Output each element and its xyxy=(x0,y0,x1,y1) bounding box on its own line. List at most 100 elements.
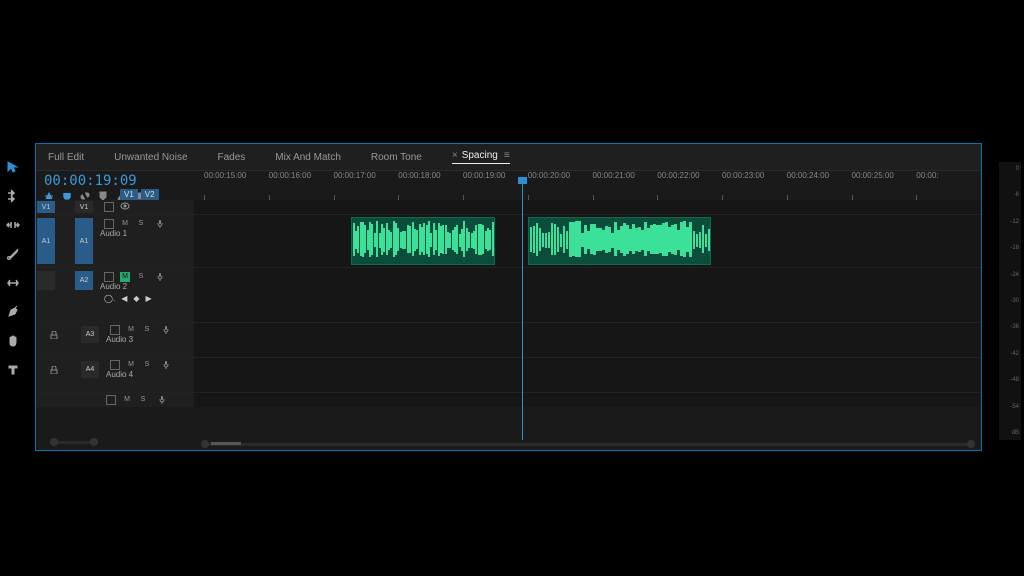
keyframe-mode-icon[interactable]: ◯. xyxy=(104,294,115,303)
add-keyframe-icon[interactable]: ◆ xyxy=(133,294,139,303)
mute-button[interactable]: M xyxy=(120,219,130,229)
next-keyframe-icon[interactable]: ▶ xyxy=(146,294,152,303)
lock-icon[interactable] xyxy=(50,366,58,374)
prev-keyframe-icon[interactable]: ◀ xyxy=(121,294,127,303)
playhead-timecode[interactable]: 00:00:19:09 xyxy=(44,173,196,189)
meter-tick: -48 xyxy=(1010,377,1019,383)
sequence-tabs: Full Edit Unwanted Noise Fades Mix And M… xyxy=(36,144,981,171)
audio-clip[interactable] xyxy=(528,217,711,265)
mute-button[interactable]: M xyxy=(126,325,136,335)
track-a1: A1 A1 M S Audio 1 xyxy=(36,215,981,268)
voice-over-icon[interactable] xyxy=(156,220,164,228)
track-content[interactable] xyxy=(194,358,981,392)
ripple-edit-icon[interactable] xyxy=(6,218,28,235)
ruler-tick: 00:00:22:00 xyxy=(657,171,722,200)
type-tool-icon[interactable] xyxy=(6,363,28,380)
horizontal-zoom-scroll[interactable] xyxy=(201,440,975,448)
fx-badge-icon[interactable] xyxy=(110,360,120,370)
source-patch-v1[interactable]: V1 xyxy=(120,189,138,200)
track-content[interactable] xyxy=(194,215,981,267)
fx-badge-icon[interactable] xyxy=(104,272,114,282)
meter-tick: -30 xyxy=(1010,298,1019,304)
track-content[interactable] xyxy=(194,200,981,214)
track-target[interactable]: A4 xyxy=(81,361,99,378)
tab-menu-icon[interactable]: ≡ xyxy=(504,150,510,161)
track-target[interactable]: V1 xyxy=(75,201,93,213)
fx-badge-icon[interactable] xyxy=(104,219,114,229)
mute-button[interactable]: M xyxy=(122,395,132,405)
fx-badge-icon[interactable] xyxy=(106,395,116,405)
tab-unwanted-noise[interactable]: Unwanted Noise xyxy=(114,152,187,163)
audio-clip[interactable] xyxy=(351,217,495,265)
solo-button[interactable]: S xyxy=(142,325,152,335)
source-patch-v2[interactable]: V2 xyxy=(141,189,159,200)
hand-tool-icon[interactable] xyxy=(6,334,28,351)
track-select-icon[interactable] xyxy=(6,189,28,206)
meter-tick: -54 xyxy=(1010,404,1019,410)
track-target[interactable]: A2 xyxy=(75,271,93,290)
track-label: Audio 4 xyxy=(106,370,170,379)
mute-button[interactable]: M xyxy=(126,360,136,370)
tab-room-tone[interactable]: Room Tone xyxy=(371,152,422,163)
selection-tool-icon[interactable] xyxy=(6,160,28,177)
ruler-tick: 00:00: xyxy=(916,171,981,200)
ruler-tick: 00:00:20:00 xyxy=(528,171,593,200)
toggle-output-icon[interactable] xyxy=(120,202,130,212)
meter-tick: -42 xyxy=(1010,351,1019,357)
ruler-tick: 00:00:17:00 xyxy=(334,171,399,200)
tab-mix-and-match[interactable]: Mix And Match xyxy=(275,152,341,163)
time-ruler[interactable]: 00:00:15:00 00:00:16:00 00:00:17:00 00:0… xyxy=(204,171,981,201)
tab-fades[interactable]: Fades xyxy=(218,152,246,163)
ruler-tick: 00:00:16:00 xyxy=(269,171,334,200)
tab-label: Spacing xyxy=(462,150,498,161)
fx-badge-icon[interactable] xyxy=(110,325,120,335)
meter-tick: -18 xyxy=(1010,245,1019,251)
mute-button[interactable]: M xyxy=(120,272,130,282)
slip-tool-icon[interactable] xyxy=(6,276,28,293)
meter-tick: -24 xyxy=(1010,272,1019,278)
track-a3: A3 M S Audio 3 xyxy=(36,323,981,358)
track-content[interactable] xyxy=(194,268,981,322)
track-content[interactable] xyxy=(194,323,981,357)
meter-tick: -12 xyxy=(1010,219,1019,225)
source-patch[interactable]: V1 xyxy=(37,201,55,213)
voice-over-icon[interactable] xyxy=(158,396,166,404)
audio-meter: 0 -6 -12 -18 -24 -30 -36 -42 -48 -54 dB xyxy=(999,162,1021,440)
close-icon[interactable]: × xyxy=(452,150,458,161)
tab-spacing[interactable]: × Spacing ≡ xyxy=(452,150,510,164)
solo-button[interactable]: S xyxy=(138,395,148,405)
vertical-zoom-scroll[interactable] xyxy=(44,440,104,448)
track-label: Audio 2 xyxy=(100,282,164,291)
track-label: Audio 1 xyxy=(100,229,164,238)
razor-tool-icon[interactable] xyxy=(6,247,28,264)
solo-button[interactable]: S xyxy=(136,219,146,229)
playhead[interactable] xyxy=(522,184,523,440)
source-patch[interactable]: A1 xyxy=(37,218,55,264)
tab-full-edit[interactable]: Full Edit xyxy=(48,152,84,163)
tracks-area: V1 V1 A1 A1 M S Audio 1 xyxy=(36,200,981,438)
source-patch[interactable] xyxy=(37,271,55,290)
meter-tick: -6 xyxy=(1014,192,1019,198)
solo-button[interactable]: S xyxy=(136,272,146,282)
lock-icon[interactable] xyxy=(50,331,58,339)
voice-over-icon[interactable] xyxy=(156,273,164,281)
timeline-header: 00:00:19:09 00:00:15:00 00:00:16:00 00:0… xyxy=(36,171,981,201)
track-content[interactable] xyxy=(194,393,981,407)
ruler-tick: 00:00:25:00 xyxy=(852,171,917,200)
track-v1: V1 V1 xyxy=(36,200,981,215)
ruler-tick: 00:00:21:00 xyxy=(593,171,658,200)
fx-badge-icon[interactable] xyxy=(104,202,114,212)
track-a4: A4 M S Audio 4 xyxy=(36,358,981,393)
solo-button[interactable]: S xyxy=(142,360,152,370)
track-a2: A2 M S Audio 2 ◯. ◀ ◆ ▶ xyxy=(36,268,981,323)
playhead-handle-icon[interactable] xyxy=(518,177,527,184)
meter-tick: dB xyxy=(1012,430,1019,436)
track-target[interactable]: A3 xyxy=(81,326,99,343)
tool-column xyxy=(6,160,28,380)
pen-tool-icon[interactable] xyxy=(6,305,28,322)
voice-over-icon[interactable] xyxy=(162,326,170,334)
track-target[interactable]: A1 xyxy=(75,218,93,264)
voice-over-icon[interactable] xyxy=(162,361,170,369)
meter-tick: 0 xyxy=(1016,166,1019,172)
track-a5-partial: M S xyxy=(36,393,981,407)
